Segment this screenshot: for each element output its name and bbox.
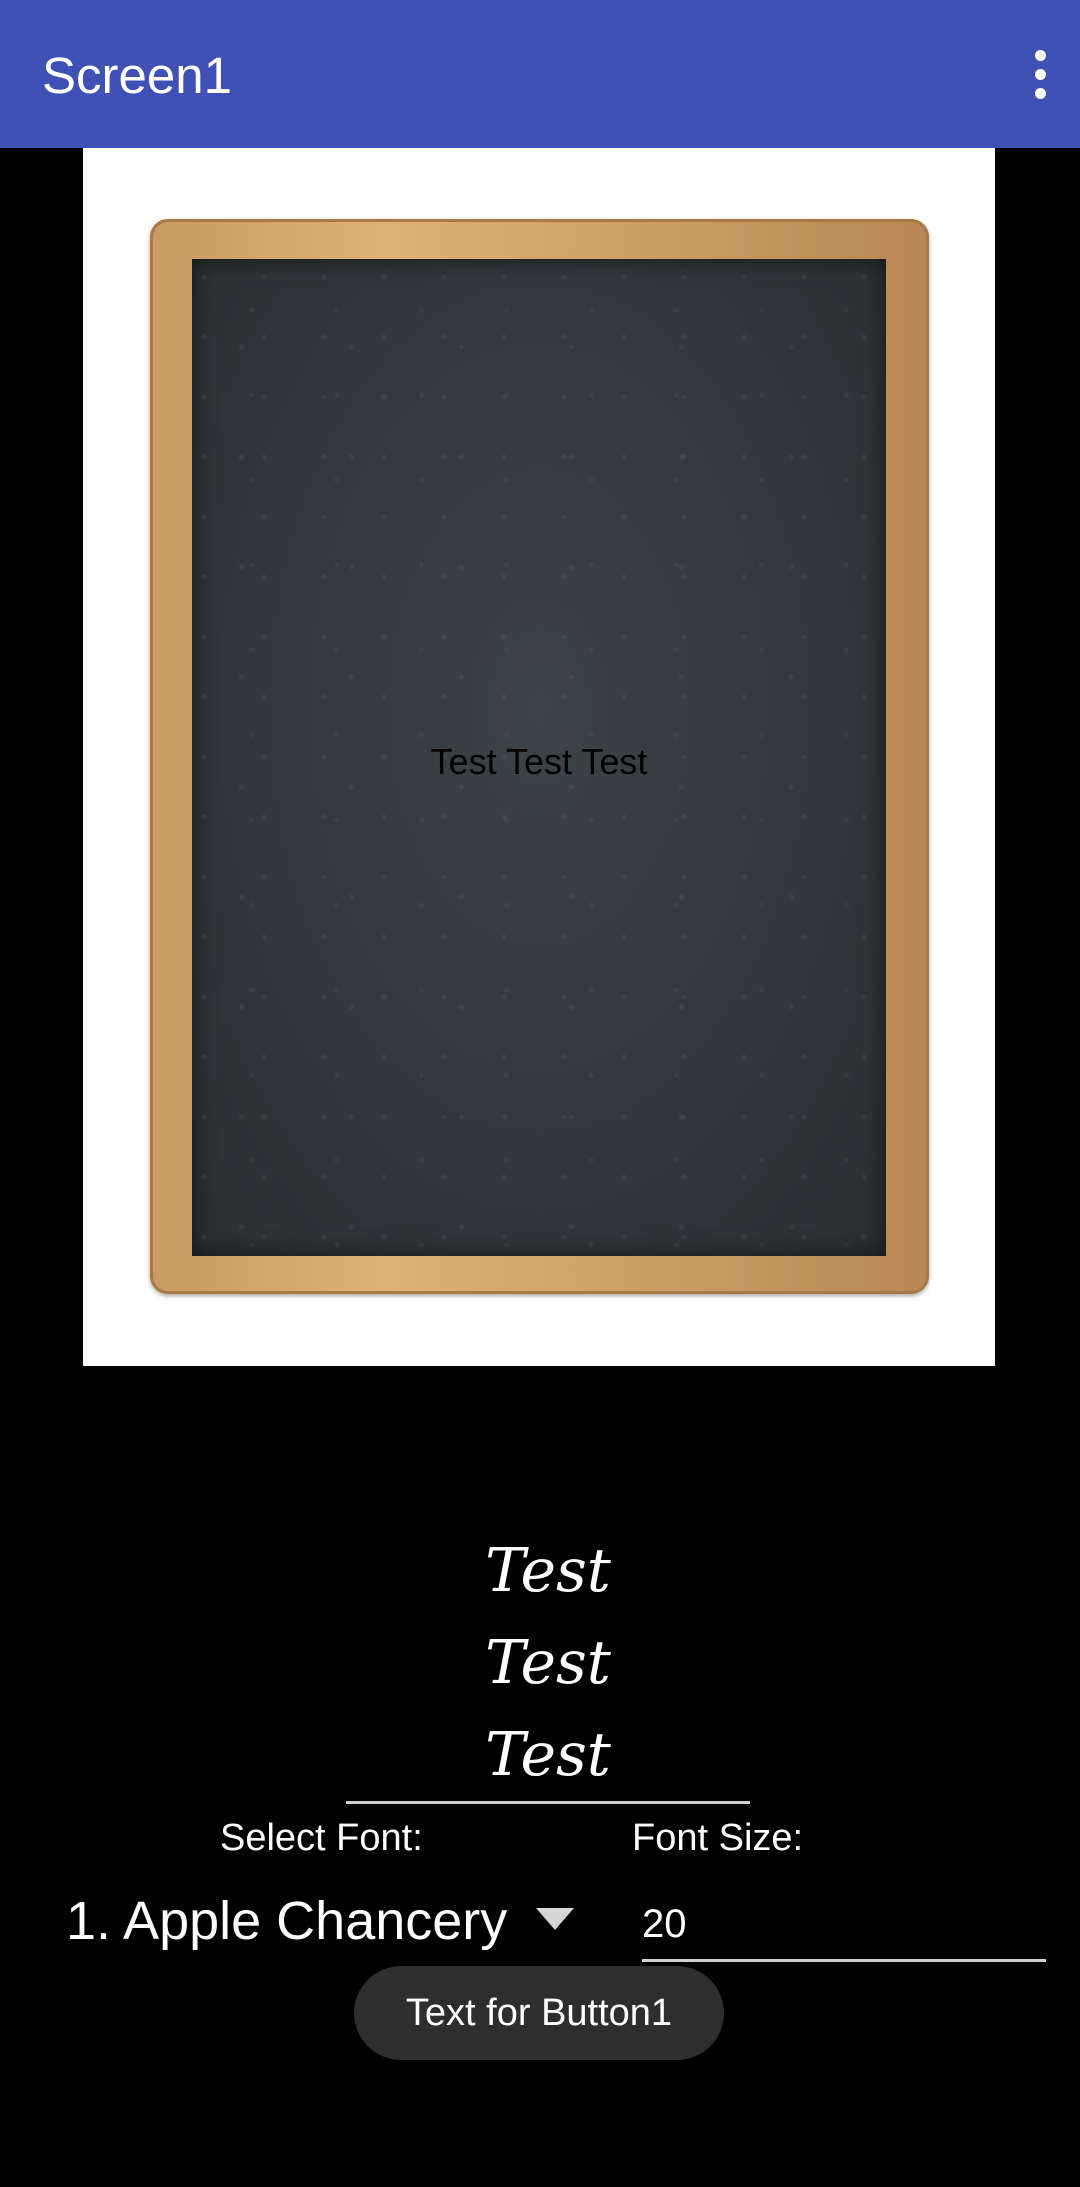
preview-line: Test — [485, 1536, 611, 1606]
font-select-value: 1. Apple Chancery — [66, 1891, 508, 1951]
more-vert-icon[interactable] — [1000, 40, 1080, 108]
font-size-label: Font Size: — [632, 1817, 804, 1859]
app-bar: Screen1 — [0, 0, 1080, 148]
preview-line: Test — [485, 1628, 611, 1698]
select-font-label: Select Font: — [220, 1817, 423, 1859]
button1[interactable]: Text for Button1 — [354, 1966, 724, 2060]
font-select-dropdown[interactable]: 1. Apple Chancery — [66, 1886, 586, 1956]
preview-underline — [346, 1801, 750, 1804]
font-preview-text[interactable]: Test Test Test — [346, 1525, 750, 1801]
dropdown-arrow-icon — [536, 1908, 574, 1930]
canvas-text: Test Test Test — [430, 741, 648, 782]
drawing-canvas[interactable]: Test Test Test — [83, 148, 995, 1366]
font-size-input[interactable] — [642, 1890, 1046, 1962]
app-title: Screen1 — [42, 47, 232, 104]
preview-line: Test — [485, 1720, 611, 1790]
